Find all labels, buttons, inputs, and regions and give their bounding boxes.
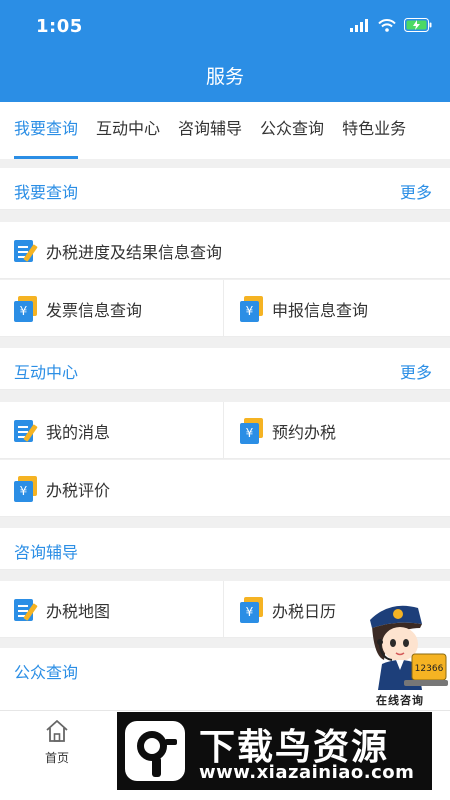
tab-consult[interactable]: 咨询辅导 — [178, 102, 242, 159]
menu-item-appointment[interactable]: ¥ 预约办税 — [240, 402, 336, 459]
tab-public[interactable]: 公众查询 — [260, 102, 324, 159]
watermark-bird-logo-icon — [125, 721, 185, 781]
divider — [223, 581, 224, 638]
list-row: ¥ 办税评价 — [0, 460, 450, 517]
menu-item-label: 预约办税 — [272, 422, 337, 442]
menu-item-tax-map[interactable]: 办税地图 — [14, 581, 110, 638]
section-gap — [0, 338, 450, 348]
tab-bar: 我要查询 互动中心 咨询辅导 公众查询 特色业务 — [0, 102, 450, 159]
menu-item-label: 办税进度及结果信息查询 — [46, 242, 223, 262]
menu-item-label: 办税评价 — [46, 480, 111, 500]
hotline-number: 12366 — [415, 664, 444, 674]
menu-item-my-messages[interactable]: 我的消息 — [14, 402, 110, 459]
section-gap — [0, 518, 450, 528]
home-icon — [46, 720, 68, 742]
yen-card-icon: ¥ — [240, 596, 264, 623]
more-link[interactable]: 更多 — [400, 359, 432, 383]
wifi-icon — [378, 18, 396, 32]
divider — [223, 280, 224, 337]
edit-doc-icon — [14, 597, 38, 623]
menu-item-invoice-query[interactable]: ¥ 发票信息查询 — [14, 280, 142, 337]
page-title: 服务 — [205, 66, 244, 88]
tab-query[interactable]: 我要查询 — [14, 102, 79, 159]
list-row: ¥ 发票信息查询 ¥ 申报信息查询 — [0, 280, 450, 337]
menu-item-tax-calendar[interactable]: ¥ 办税日历 — [240, 581, 336, 638]
watermark-banner: 下载鸟资源 www.xiazainiao.com — [117, 712, 432, 790]
list-row: 办税进度及结果信息查询 — [0, 222, 450, 279]
watermark-url: www.xiazainiao.com — [199, 762, 415, 783]
menu-item-label: 办税日历 — [272, 601, 337, 621]
battery-charging-icon — [404, 18, 432, 32]
app-header: 1:05 服务 — [0, 0, 450, 102]
edit-doc-icon — [14, 418, 38, 444]
divider — [223, 402, 224, 459]
section-header-query: 我要查询 更多 — [0, 168, 450, 210]
nav-home-label: 首页 — [44, 751, 69, 765]
status-icons — [350, 18, 432, 32]
menu-item-tax-rating[interactable]: ¥ 办税评价 — [14, 460, 110, 517]
section-title: 互动中心 — [14, 363, 79, 382]
tab-special[interactable]: 特色业务 — [342, 102, 406, 159]
signal-icon — [350, 18, 368, 32]
yen-card-icon: ¥ — [14, 295, 38, 322]
nav-home[interactable]: 首页 — [34, 719, 80, 766]
online-consult-button[interactable]: 12366 在线咨询 — [362, 598, 450, 710]
menu-item-label: 办税地图 — [46, 601, 111, 621]
section-header-interaction: 互动中心 更多 — [0, 348, 450, 390]
tab-interaction[interactable]: 互动中心 — [96, 102, 160, 159]
more-link[interactable]: 更多 — [400, 179, 432, 203]
yen-card-icon: ¥ — [14, 475, 38, 502]
list-row: 我的消息 ¥ 预约办税 — [0, 402, 450, 459]
yen-card-icon: ¥ — [240, 295, 264, 322]
tax-officer-mascot-icon: 12366 — [370, 605, 448, 690]
menu-item-tax-progress[interactable]: 办税进度及结果信息查询 — [14, 222, 222, 279]
edit-doc-icon — [14, 238, 38, 264]
menu-item-label: 我的消息 — [46, 422, 111, 442]
menu-item-label: 申报信息查询 — [272, 300, 369, 320]
menu-item-declaration-query[interactable]: ¥ 申报信息查询 — [240, 280, 368, 337]
status-time: 1:05 — [36, 16, 83, 37]
section-header-consult: 咨询辅导 — [0, 528, 450, 570]
online-consult-label: 在线咨询 — [376, 694, 424, 707]
yen-card-icon: ¥ — [240, 417, 264, 444]
section-title: 公众查询 — [14, 663, 79, 682]
section-title: 我要查询 — [14, 183, 79, 202]
menu-item-label: 发票信息查询 — [46, 300, 143, 320]
section-title: 咨询辅导 — [14, 543, 79, 562]
